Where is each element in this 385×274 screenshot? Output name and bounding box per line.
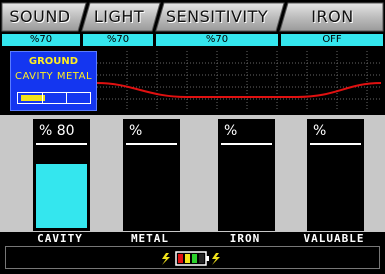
- valuable-column: %: [307, 119, 364, 231]
- battery-charging-icon: [162, 251, 220, 266]
- category-label-row: CAVITY METAL IRON VALUABLE: [0, 232, 385, 245]
- status-bar: [5, 246, 380, 269]
- battery-cell: [192, 254, 197, 263]
- iron-label: IRON: [229, 232, 261, 245]
- iron-value: OFF: [281, 34, 383, 46]
- mode-subtitle: CAVITY METAL: [14, 71, 93, 82]
- metal-column: %: [123, 119, 180, 231]
- bolt-right-icon: [212, 253, 220, 265]
- valuable-label: VALUABLE: [303, 232, 365, 245]
- cavity-column: % 80: [33, 119, 90, 231]
- tab-light[interactable]: LIGHT: [84, 6, 154, 28]
- column-divider: [126, 143, 177, 145]
- metal-percent: %: [129, 123, 143, 139]
- tab-sound[interactable]: SOUND: [2, 6, 78, 28]
- gauge-tick: [66, 93, 67, 103]
- bolt-left-icon: [162, 253, 170, 265]
- sensitivity-value: %70: [156, 34, 278, 46]
- detector-screen: SOUND LIGHT SENSITIVITY IRON %70 %70 %70…: [0, 0, 385, 273]
- iron-column: %: [218, 119, 275, 231]
- settings-value-row: %70 %70 %70 OFF: [0, 33, 385, 47]
- battery-cell: [199, 254, 204, 263]
- battery-terminal: [206, 256, 209, 261]
- light-value: %70: [83, 34, 153, 46]
- search-mode-panel: GROUND CAVITY METAL: [10, 51, 97, 111]
- cavity-label: CAVITY: [37, 232, 83, 245]
- column-divider: [221, 143, 272, 145]
- signal-graph: [96, 51, 382, 111]
- battery-cell: [185, 254, 190, 263]
- signal-curve: [96, 82, 382, 98]
- mode-title: GROUND: [28, 56, 79, 67]
- sound-value: %70: [2, 34, 80, 46]
- battery-cell: [178, 254, 183, 263]
- cavity-level-bar: [36, 164, 87, 228]
- cavity-percent: % 80: [39, 123, 75, 139]
- column-divider: [310, 143, 361, 145]
- metal-label: METAL: [130, 232, 170, 245]
- tab-iron[interactable]: IRON: [284, 6, 381, 28]
- column-divider: [36, 143, 87, 145]
- settings-tab-bar: SOUND LIGHT SENSITIVITY IRON: [0, 0, 385, 33]
- iron-percent: %: [224, 123, 238, 139]
- signal-graph-plot: [96, 51, 382, 111]
- gauge-tick: [42, 93, 43, 103]
- tab-sensitivity[interactable]: SENSITIVITY: [158, 6, 276, 28]
- valuable-percent: %: [313, 123, 327, 139]
- mode-level-gauge: [17, 92, 91, 104]
